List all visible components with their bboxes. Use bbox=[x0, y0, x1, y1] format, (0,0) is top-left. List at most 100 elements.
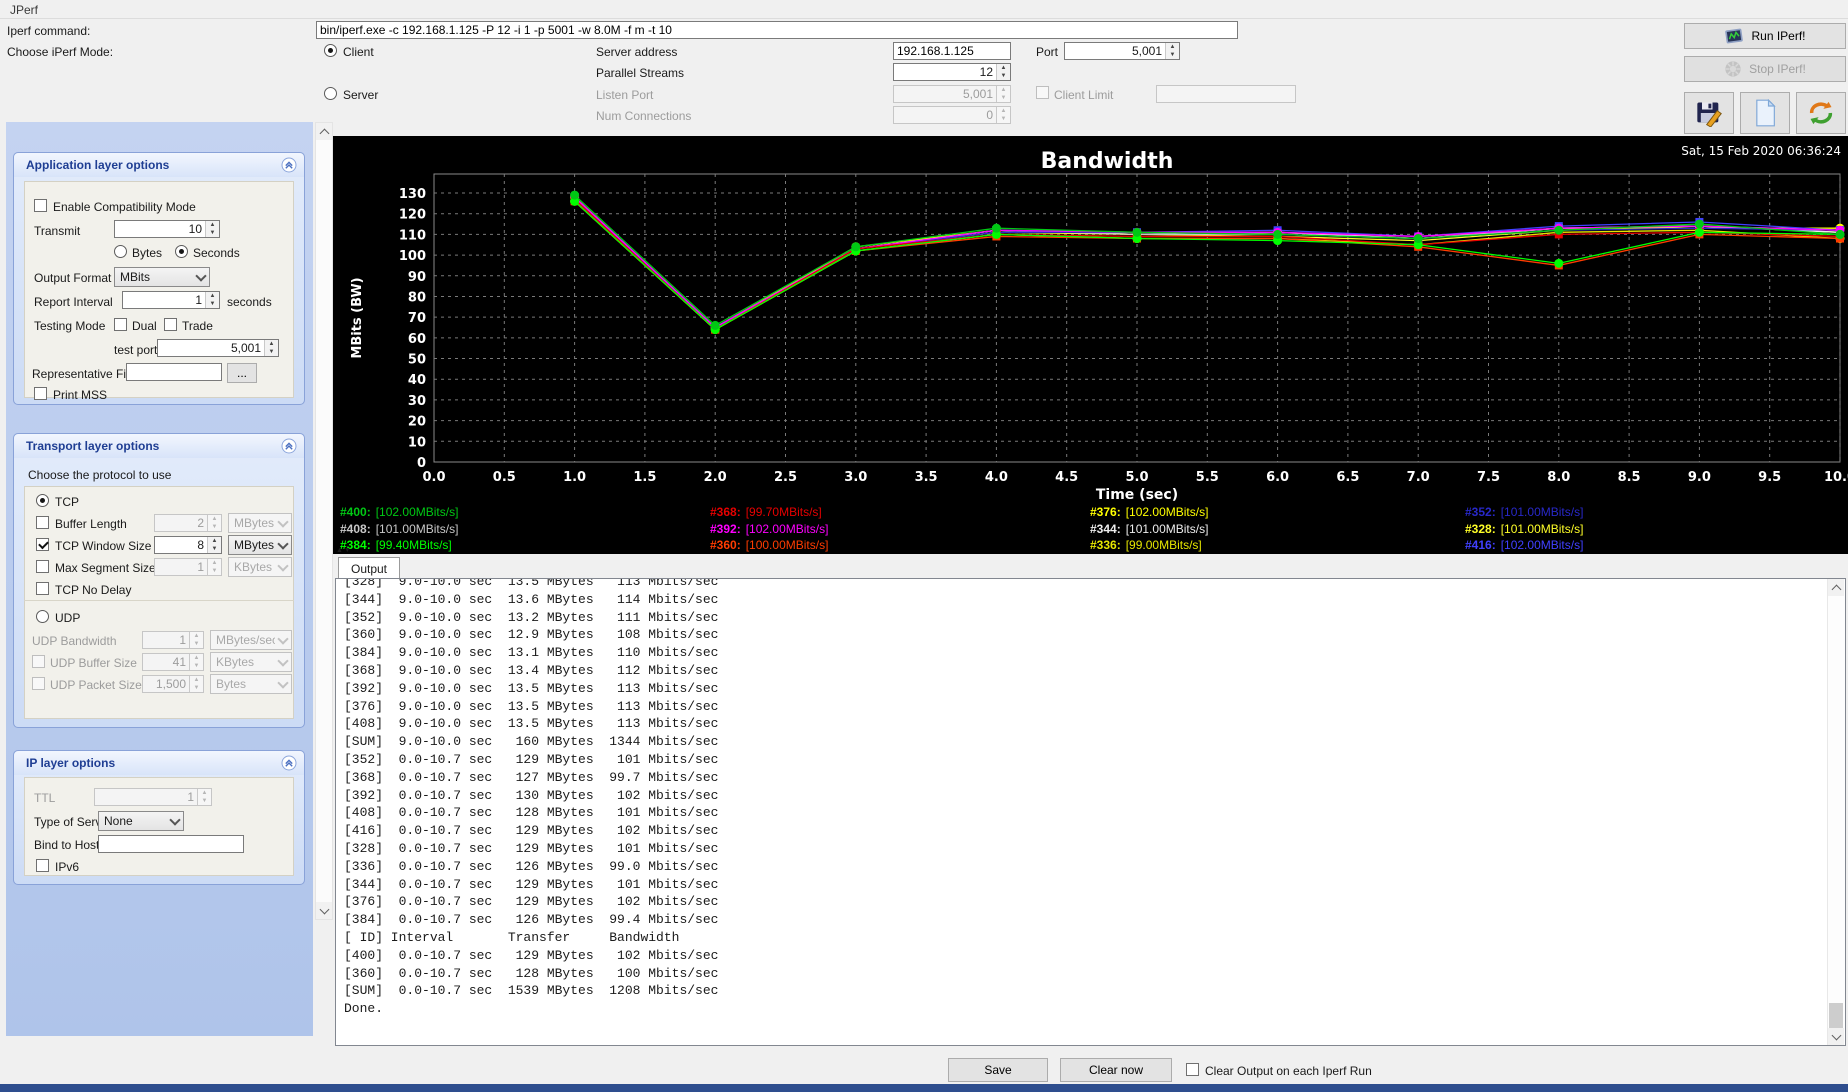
iperf-command-label: Iperf command: bbox=[7, 24, 91, 38]
legend-entry: #344: [101.00MBits/s] bbox=[1090, 522, 1209, 536]
seconds-radio[interactable] bbox=[175, 245, 188, 258]
svg-text:8.5: 8.5 bbox=[1618, 470, 1641, 485]
jperf-window: JPerf Iperf command: Choose iPerf Mode: … bbox=[0, 0, 1848, 1092]
clear-on-run-checkbox[interactable] bbox=[1186, 1063, 1199, 1076]
tab-output[interactable]: Output bbox=[338, 557, 400, 579]
run-iperf-button[interactable]: Run IPerf! bbox=[1684, 23, 1846, 49]
spin-up-icon: ▲ bbox=[208, 537, 221, 545]
output-console[interactable]: [328] 9.0-10.0 sec 13.5 MBytes 113 Mbits… bbox=[335, 578, 1846, 1046]
svg-text:4.0: 4.0 bbox=[985, 470, 1008, 485]
jperf-logo-icon bbox=[1724, 27, 1744, 45]
svg-text:3.0: 3.0 bbox=[844, 470, 867, 485]
tcp-window-checkbox[interactable] bbox=[36, 538, 49, 551]
spin-up-icon: ▲ bbox=[265, 340, 278, 348]
server-radio[interactable] bbox=[324, 87, 337, 100]
udp-radio[interactable] bbox=[36, 610, 49, 623]
buffer-length-checkbox[interactable] bbox=[36, 516, 49, 529]
chevron-down-icon bbox=[275, 631, 291, 649]
test-port-spinner[interactable]: 5,001 ▲ ▼ bbox=[157, 339, 279, 357]
ipv6-label: IPv6 bbox=[55, 860, 80, 874]
tcp-window-unit-select[interactable]: MBytes bbox=[228, 535, 292, 555]
udp-packet-unit-select: Bytes bbox=[210, 674, 292, 694]
scroll-down-icon[interactable] bbox=[316, 902, 332, 919]
svg-text:40: 40 bbox=[408, 373, 426, 388]
svg-text:0.0: 0.0 bbox=[422, 470, 445, 485]
buffer-length-unit-select: MBytes bbox=[228, 513, 292, 533]
svg-text:5.5: 5.5 bbox=[1196, 470, 1219, 485]
report-interval-spinner[interactable]: 1 ▲ ▼ bbox=[122, 291, 220, 309]
print-mss-checkbox[interactable] bbox=[34, 387, 47, 400]
legend-entry: #384: [99.40MBits/s] bbox=[340, 538, 452, 552]
scroll-up-icon[interactable] bbox=[316, 123, 332, 140]
browse-button[interactable]: ... bbox=[227, 363, 257, 383]
port-spinner[interactable]: 5,001 ▲ ▼ bbox=[1064, 42, 1180, 60]
legend-entry: #376: [102.00MBits/s] bbox=[1090, 505, 1209, 519]
mode-label: Choose iPerf Mode: bbox=[7, 45, 114, 59]
tcp-no-delay-label: TCP No Delay bbox=[55, 583, 132, 597]
client-limit-checkbox[interactable] bbox=[1036, 86, 1049, 99]
output-text: [328] 9.0-10.0 sec 13.5 MBytes 113 Mbits… bbox=[344, 578, 719, 1017]
scrollbar-thumb[interactable] bbox=[1829, 1003, 1843, 1031]
collapse-icon[interactable] bbox=[281, 157, 297, 173]
legend-entry: #352: [101.00MBits/s] bbox=[1465, 505, 1584, 519]
sidebar-scrollbar[interactable] bbox=[315, 122, 333, 920]
svg-text:3.5: 3.5 bbox=[915, 470, 938, 485]
svg-text:MBits (BW): MBits (BW) bbox=[350, 277, 365, 358]
collapse-icon[interactable] bbox=[281, 438, 297, 454]
output-scrollbar[interactable] bbox=[1827, 579, 1845, 1045]
tcp-radio[interactable] bbox=[36, 494, 49, 507]
scroll-down-icon[interactable] bbox=[1828, 1028, 1844, 1045]
svg-text:6.5: 6.5 bbox=[1336, 470, 1359, 485]
compat-mode-checkbox[interactable] bbox=[34, 199, 47, 212]
spin-down-icon: ▼ bbox=[206, 300, 219, 308]
ttl-spinner: 1 ▲ ▼ bbox=[94, 788, 212, 806]
svg-text:8.0: 8.0 bbox=[1547, 470, 1570, 485]
client-radio[interactable] bbox=[324, 44, 337, 57]
chevron-down-icon bbox=[275, 536, 291, 554]
tos-select[interactable]: None bbox=[98, 811, 184, 831]
ip-panel-title: IP layer options bbox=[26, 756, 116, 770]
bytes-radio[interactable] bbox=[114, 245, 127, 258]
tcp-no-delay-checkbox[interactable] bbox=[36, 582, 49, 595]
parallel-streams-label: Parallel Streams bbox=[596, 66, 685, 80]
legend-entry: #328: [101.00MBits/s] bbox=[1465, 522, 1584, 536]
svg-text:30: 30 bbox=[408, 394, 426, 409]
scroll-up-icon[interactable] bbox=[1828, 579, 1844, 596]
load-file-button[interactable] bbox=[1740, 92, 1790, 134]
num-connections-spinner: 0 ▲ ▼ bbox=[893, 106, 1011, 124]
bind-host-input[interactable] bbox=[98, 835, 244, 853]
parallel-streams-spinner[interactable]: 12 ▲ ▼ bbox=[893, 63, 1011, 81]
splitter-handle[interactable]: ▲▼ bbox=[336, 547, 352, 554]
clear-now-button[interactable]: Clear now bbox=[1060, 1058, 1172, 1082]
max-segment-checkbox[interactable] bbox=[36, 560, 49, 573]
tcp-window-spinner[interactable]: 8 ▲ ▼ bbox=[154, 536, 222, 554]
chevron-down-icon bbox=[275, 675, 291, 693]
bind-host-label: Bind to Host bbox=[34, 838, 100, 852]
udp-packet-spinner: 1,500 ▲ ▼ bbox=[142, 675, 204, 693]
svg-text:6.0: 6.0 bbox=[1266, 470, 1289, 485]
server-address-input[interactable] bbox=[893, 42, 1011, 60]
transmit-spinner[interactable]: 10 ▲ ▼ bbox=[114, 220, 220, 238]
client-limit-label: Client Limit bbox=[1054, 88, 1114, 102]
udp-bandwidth-label: UDP Bandwidth bbox=[32, 634, 117, 648]
ipv6-checkbox[interactable] bbox=[36, 859, 49, 872]
trade-checkbox[interactable] bbox=[164, 318, 177, 331]
representative-file-input[interactable] bbox=[126, 363, 222, 381]
iperf-command-input[interactable] bbox=[316, 21, 1238, 39]
spin-down-icon: ▼ bbox=[997, 72, 1010, 80]
save-output-button[interactable]: Save bbox=[948, 1058, 1048, 1082]
svg-text:120: 120 bbox=[399, 208, 426, 223]
save-config-button[interactable] bbox=[1684, 92, 1734, 134]
output-tabstrip: Output bbox=[333, 554, 1848, 579]
dual-checkbox[interactable] bbox=[114, 318, 127, 331]
restore-defaults-button[interactable] bbox=[1796, 92, 1846, 134]
port-label: Port bbox=[1036, 45, 1059, 59]
legend-entry: #408: [101.00MBits/s] bbox=[340, 522, 459, 536]
chevron-down-icon bbox=[275, 514, 291, 532]
output-format-select[interactable]: MBits bbox=[114, 267, 210, 287]
collapse-icon[interactable] bbox=[281, 755, 297, 771]
udp-buffer-unit-select: KBytes bbox=[210, 652, 292, 672]
transmit-label: Transmit bbox=[34, 224, 81, 238]
svg-text:Sat, 15 Feb 2020 06:36:24: Sat, 15 Feb 2020 06:36:24 bbox=[1681, 144, 1841, 158]
legend-entry: #400: [102.00MBits/s] bbox=[340, 505, 459, 519]
